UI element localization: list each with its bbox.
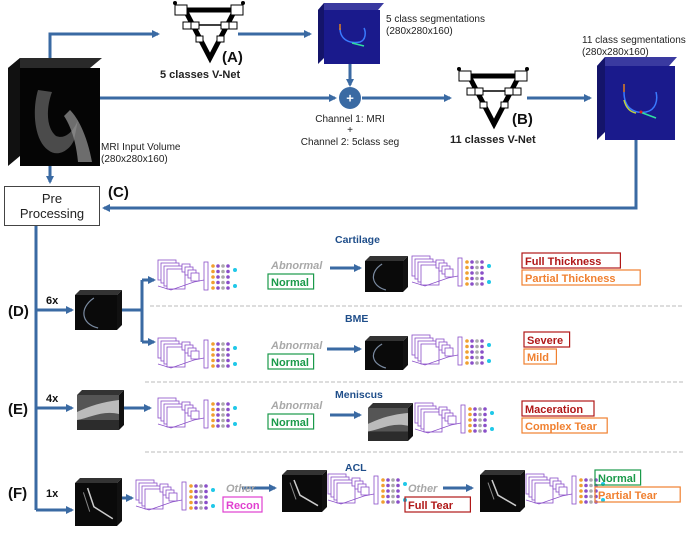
image-patch-cartilage xyxy=(365,256,408,292)
arrow-seg11-to-preprocessing xyxy=(102,140,638,212)
output-label-mild: Mild xyxy=(527,352,549,364)
output-label-normal: Normal xyxy=(598,473,636,485)
arrow-d-split xyxy=(122,280,144,342)
combine-line2: + xyxy=(347,125,353,136)
cnn-classifier-icon xyxy=(157,397,237,429)
image-patch-meniscus xyxy=(77,390,124,430)
section-title-meniscus: Meniscus xyxy=(335,389,383,401)
image-patch-cartilage xyxy=(365,336,408,370)
output-label-complex-tear: Complex Tear xyxy=(525,421,598,433)
stage-b-letter: (B) xyxy=(512,111,533,128)
seg5-cube xyxy=(318,3,384,64)
stage-f-letter: (F) xyxy=(8,485,27,502)
cnn-classifier-icon xyxy=(414,402,494,434)
image-patch-acl xyxy=(75,478,122,526)
stage-e-letter: (E) xyxy=(8,401,28,418)
vnet-a-label: 5 classes V-Net xyxy=(160,69,240,81)
image-patch-acl xyxy=(480,470,525,512)
image-patch-meniscus xyxy=(368,403,413,441)
section-title-acl: ACL xyxy=(345,462,367,474)
arrow-input-to-vnet-a xyxy=(48,30,160,60)
output-label-severe: Severe xyxy=(527,335,563,347)
stage-c-letter: (C) xyxy=(108,184,129,201)
connectors xyxy=(34,30,638,514)
output-label-full-thickness: Full Thickness xyxy=(525,256,601,268)
output-label-abnormal: Abnormal xyxy=(270,260,323,272)
output-label-full-tear: Full Tear xyxy=(408,500,454,512)
image-patch-acl xyxy=(282,470,327,512)
output-label-abnormal: Abnormal xyxy=(270,340,323,352)
seg11-cube xyxy=(597,57,677,140)
output-label-partial-thickness: Partial Thickness xyxy=(525,273,616,285)
input-label: MRI Input Volume xyxy=(101,142,181,153)
combine-node: + xyxy=(339,87,361,109)
cnn-classifier-icon xyxy=(157,259,237,291)
stage-a-letter: (A) xyxy=(222,49,243,66)
vnet-b-label: 11 classes V-Net xyxy=(450,134,536,146)
stage-d-letter: (D) xyxy=(8,303,29,320)
preprocessing-line1: Pre xyxy=(41,191,63,206)
output-label-recon: Recon xyxy=(226,500,260,512)
seg11-dims: (280x280x160) xyxy=(582,47,649,58)
stage-e-multiplier: 4x xyxy=(46,393,59,405)
cnn-classifier-icon xyxy=(411,255,491,287)
output-label-normal: Normal xyxy=(271,357,309,369)
seg5-label: 5 class segmentations xyxy=(386,14,485,25)
cnn-classifier-icon xyxy=(157,337,237,369)
combine-line3: Channel 2: 5class seg xyxy=(301,137,399,148)
output-label-partial-tear: Partial Tear xyxy=(598,490,658,502)
diagram-canvas: MRI Input Volume (280x280x160) (A) 5 cla… xyxy=(8,1,686,526)
section-title-bme: BME xyxy=(345,313,368,325)
image-patch-cartilage xyxy=(75,290,122,330)
output-label-normal: Normal xyxy=(271,277,309,289)
plus-icon: + xyxy=(346,91,354,106)
cnn-classifier-icon xyxy=(327,473,407,505)
seg11-label: 11 class segmentations xyxy=(582,35,686,46)
output-label-normal: Normal xyxy=(271,417,309,429)
cnn-classifier-icon xyxy=(411,334,491,366)
cnn-classifier-icon xyxy=(135,479,215,511)
output-label-abnormal: Abnormal xyxy=(270,400,323,412)
output-label-other: Other xyxy=(226,483,256,495)
cnn-classifier-icon xyxy=(525,473,605,505)
separators xyxy=(145,305,684,453)
input-dims: (280x280x160) xyxy=(101,154,168,165)
stage-d-multiplier: 6x xyxy=(46,295,59,307)
preprocessing-box: Pre Processing xyxy=(4,186,100,226)
output-label-maceration: Maceration xyxy=(525,404,583,416)
pipeline-diagram: MRI Input Volume (280x280x160) (A) 5 cla… xyxy=(0,0,691,528)
output-label-other: Other xyxy=(408,483,438,495)
stage-f-multiplier: 1x xyxy=(46,488,59,500)
mri-input-volume xyxy=(8,58,102,166)
section-title-cartilage: Cartilage xyxy=(335,234,380,246)
seg5-dims: (280x280x160) xyxy=(386,26,453,37)
combine-line1: Channel 1: MRI xyxy=(315,114,384,125)
preprocessing-line2: Processing xyxy=(19,206,85,221)
